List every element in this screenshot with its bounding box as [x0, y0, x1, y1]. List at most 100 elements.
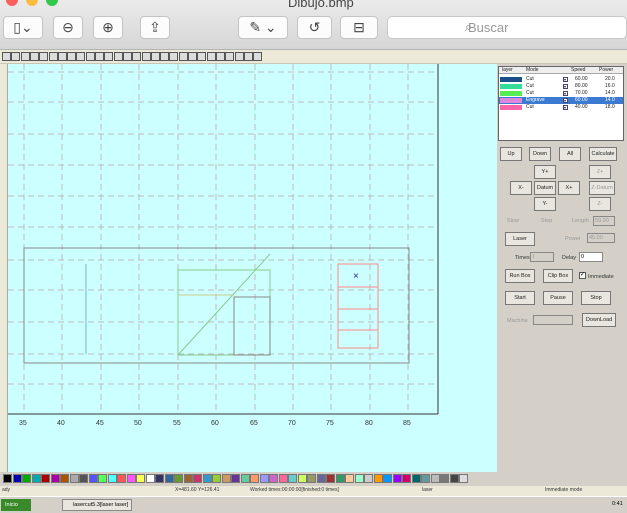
- zoom-out-button[interactable]: ⊖: [53, 16, 83, 39]
- layer-row[interactable]: Engrave ▾ 60.00 14.0: [499, 97, 623, 104]
- palette-swatch[interactable]: [136, 474, 145, 483]
- toolbar-tool-icon[interactable]: [206, 52, 216, 61]
- x-plus-button[interactable]: X+: [558, 181, 580, 195]
- palette-swatch[interactable]: [269, 474, 278, 483]
- palette-swatch[interactable]: [3, 474, 12, 483]
- toolbar-tool-icon[interactable]: [39, 52, 49, 61]
- toolbox-button[interactable]: ⊟: [340, 16, 378, 39]
- layer-mode-dropdown-icon[interactable]: ▾: [563, 98, 568, 103]
- palette-swatch[interactable]: [12, 474, 22, 483]
- toolbar-tool-icon[interactable]: [253, 52, 263, 61]
- start-button[interactable]: Start: [505, 291, 535, 305]
- palette-swatch[interactable]: [421, 474, 430, 483]
- toolbar-tool-icon[interactable]: [160, 52, 170, 61]
- palette-swatch[interactable]: [259, 474, 269, 483]
- minimize-window-button[interactable]: [26, 0, 38, 6]
- palette-swatch[interactable]: [98, 474, 107, 483]
- palette-swatch[interactable]: [174, 474, 183, 483]
- palette-swatch[interactable]: [221, 474, 231, 483]
- palette-swatch[interactable]: [250, 474, 259, 483]
- toolbar-tool-icon[interactable]: [95, 52, 104, 61]
- layer-row[interactable]: Cut ▾ 60.00 20.0: [499, 76, 623, 83]
- palette-swatch[interactable]: [278, 474, 288, 483]
- download-button[interactable]: DownLoad: [582, 313, 616, 327]
- search-input[interactable]: Buscar: [387, 16, 627, 39]
- toolbar-tool-icon[interactable]: [150, 52, 160, 61]
- palette-swatch[interactable]: [155, 474, 164, 483]
- sidebar-toggle-button[interactable]: ▯⌄: [3, 16, 43, 39]
- toolbar-tool-icon[interactable]: [20, 52, 30, 61]
- drawing-canvas[interactable]: × 35 40 45 50 55 60 65 70 75 80 85: [8, 64, 497, 472]
- power-input[interactable]: 45.00: [587, 233, 615, 243]
- toolbar-tool-icon[interactable]: [188, 52, 197, 61]
- toolbar-tool-icon[interactable]: [197, 52, 207, 61]
- toolbar-tool-icon[interactable]: [169, 52, 179, 61]
- palette-swatch[interactable]: [297, 474, 307, 483]
- palette-swatch[interactable]: [316, 474, 326, 483]
- slow-checkbox-label[interactable]: Slow: [507, 217, 519, 225]
- immediate-checkbox[interactable]: ✓: [579, 272, 586, 279]
- palette-swatch[interactable]: [335, 474, 345, 483]
- palette-swatch[interactable]: [392, 474, 402, 483]
- toolbar-tool-icon[interactable]: [11, 52, 21, 61]
- layer-row[interactable]: Cut ▾ 70.00 14.0: [499, 90, 623, 97]
- up-button[interactable]: Up: [500, 147, 522, 161]
- y-minus-button[interactable]: Y-: [534, 197, 556, 211]
- palette-swatch[interactable]: [326, 474, 335, 483]
- layer-mode-dropdown-icon[interactable]: ▾: [563, 105, 568, 110]
- run-box-button[interactable]: Run Box: [505, 269, 535, 283]
- palette-swatch[interactable]: [411, 474, 421, 483]
- toolbar-tool-icon[interactable]: [234, 52, 244, 61]
- toolbar-tool-icon[interactable]: [85, 52, 95, 61]
- palette-swatch[interactable]: [288, 474, 297, 483]
- palette-swatch[interactable]: [240, 474, 250, 483]
- delay-input[interactable]: 0: [579, 252, 603, 262]
- toolbar-tool-icon[interactable]: [2, 52, 11, 61]
- stop-button[interactable]: Stop: [581, 291, 611, 305]
- times-input[interactable]: 1: [530, 252, 554, 262]
- layer-mode-dropdown-icon[interactable]: ▾: [563, 84, 568, 89]
- toolbar-tool-icon[interactable]: [57, 52, 67, 61]
- palette-swatch[interactable]: [345, 474, 354, 483]
- toolbar-tool-icon[interactable]: [132, 52, 142, 61]
- toolbar-tool-icon[interactable]: [104, 52, 114, 61]
- step-checkbox-label[interactable]: Step: [541, 217, 552, 225]
- datum-button[interactable]: Datum: [534, 181, 556, 195]
- palette-swatch[interactable]: [31, 474, 41, 483]
- pause-button[interactable]: Pause: [543, 291, 573, 305]
- zoom-window-button[interactable]: [46, 0, 58, 6]
- palette-swatch[interactable]: [231, 474, 240, 483]
- palette-swatch[interactable]: [79, 474, 88, 483]
- palette-swatch[interactable]: [354, 474, 364, 483]
- palette-swatch[interactable]: [202, 474, 212, 483]
- y-plus-button[interactable]: Y+: [534, 165, 556, 179]
- palette-swatch[interactable]: [50, 474, 60, 483]
- palette-swatch[interactable]: [212, 474, 221, 483]
- palette-swatch[interactable]: [364, 474, 373, 483]
- all-button[interactable]: All: [559, 147, 581, 161]
- shape-diagonal[interactable]: [177, 253, 271, 356]
- toolbar-tool-icon[interactable]: [29, 52, 39, 61]
- toolbar-tool-icon[interactable]: [243, 52, 253, 61]
- share-button[interactable]: ⇪: [140, 16, 170, 39]
- palette-swatch[interactable]: [22, 474, 31, 483]
- toolbar-tool-icon[interactable]: [141, 52, 151, 61]
- toolbar-tool-icon[interactable]: [48, 52, 58, 61]
- taskbar-app-button[interactable]: lasercut5.3[laser laser]: [62, 499, 132, 511]
- palette-swatch[interactable]: [402, 474, 411, 483]
- palette-swatch[interactable]: [69, 474, 79, 483]
- machine-select[interactable]: [533, 315, 573, 325]
- laser-button[interactable]: Laser: [505, 232, 535, 246]
- palette-swatch[interactable]: [183, 474, 193, 483]
- inner-rectangle[interactable]: [233, 296, 271, 356]
- zoom-in-button[interactable]: ⊕: [93, 16, 123, 39]
- layer-table[interactable]: layer Mode Speed Power Cut ▾ 60.00 20.0 Cut ▾…: [498, 66, 624, 141]
- palette-swatch[interactable]: [193, 474, 202, 483]
- toolbar-tool-icon[interactable]: [215, 52, 225, 61]
- palette-swatch[interactable]: [117, 474, 126, 483]
- toolbar-tool-icon[interactable]: [76, 52, 86, 61]
- clip-box-button[interactable]: Clip Box: [543, 269, 573, 283]
- palette-swatch[interactable]: [145, 474, 155, 483]
- palette-swatch[interactable]: [164, 474, 174, 483]
- palette-swatch[interactable]: [383, 474, 392, 483]
